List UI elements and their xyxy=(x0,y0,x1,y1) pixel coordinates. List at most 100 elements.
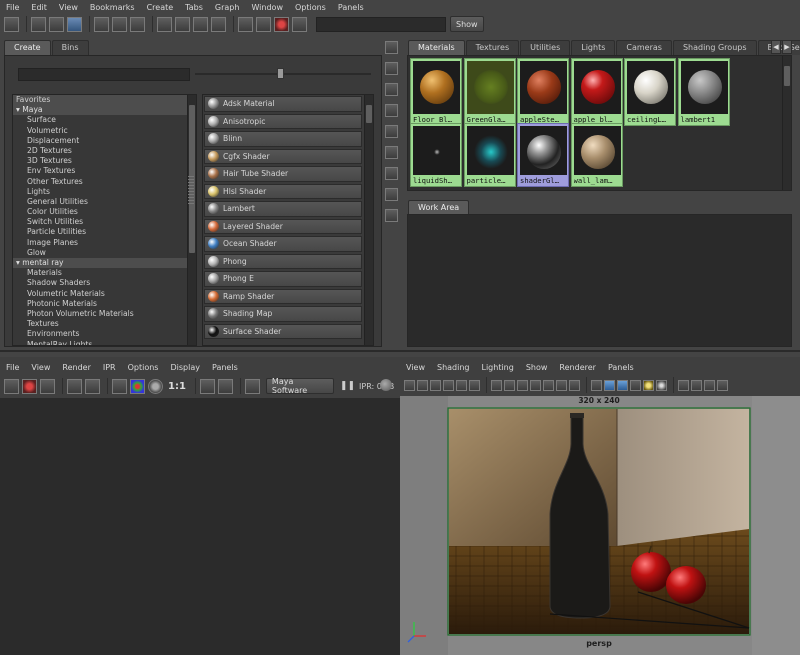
layout-top-icon[interactable] xyxy=(31,16,46,32)
shader-create-button[interactable]: Layered Shader xyxy=(204,218,362,234)
render-menu-ipr[interactable]: IPR xyxy=(97,363,122,372)
shader-create-button[interactable]: Anisotropic xyxy=(204,113,362,129)
side-tool-icon[interactable] xyxy=(385,83,398,96)
persp-menu-renderer[interactable]: Renderer xyxy=(553,363,602,372)
material-swatch[interactable]: liquidSh… xyxy=(410,123,462,187)
safe-title-icon[interactable] xyxy=(569,379,580,391)
mental-ray-category-item[interactable]: Textures xyxy=(13,319,196,329)
refresh-ipr-icon[interactable] xyxy=(85,378,100,394)
category-scrollbar[interactable] xyxy=(187,95,196,345)
render-menu-display[interactable]: Display xyxy=(164,363,206,372)
two-d-pan-icon[interactable] xyxy=(469,379,480,391)
material-swatch[interactable]: Floor_Bl… xyxy=(410,58,462,126)
mental-ray-header[interactable]: ▾ mental ray xyxy=(13,258,196,269)
side-tool-icon[interactable] xyxy=(385,146,398,159)
tab-cameras[interactable]: Cameras xyxy=(616,40,672,55)
shader-create-button[interactable]: Phong E xyxy=(204,271,362,287)
maya-category-item[interactable]: Image Planes xyxy=(13,238,196,248)
render-view-icon[interactable] xyxy=(292,16,307,32)
wireframe-icon[interactable] xyxy=(591,379,602,391)
upstream-icon[interactable] xyxy=(211,16,226,32)
maya-category-item[interactable]: Lights xyxy=(13,187,196,197)
tab-scroll-right-icon[interactable]: ▶ xyxy=(782,40,792,54)
shader-create-button[interactable]: Ramp Shader xyxy=(204,288,362,304)
tab-materials[interactable]: Materials xyxy=(408,40,465,55)
side-tool-icon[interactable] xyxy=(385,209,398,222)
remove-image-icon[interactable] xyxy=(217,378,233,394)
side-tool-icon[interactable] xyxy=(385,125,398,138)
maya-category-item[interactable]: Color Utilities xyxy=(13,207,196,217)
display-options-icon[interactable] xyxy=(112,378,127,394)
shader-create-button[interactable]: Ocean Shader xyxy=(204,236,362,252)
maya-category-item[interactable]: Other Textures xyxy=(13,177,196,187)
image-plane-icon[interactable] xyxy=(443,379,454,391)
materials-scrollbar[interactable] xyxy=(782,56,791,190)
maya-category-item[interactable]: 3D Textures xyxy=(13,156,196,166)
screen-space-ao-icon[interactable] xyxy=(717,379,728,391)
work-area-canvas[interactable] xyxy=(407,214,792,347)
layout-bottom-icon[interactable] xyxy=(49,16,64,32)
graph-materials-icon[interactable] xyxy=(130,16,145,32)
maya-category-item[interactable]: Glow xyxy=(13,248,196,258)
textured-icon[interactable] xyxy=(630,379,641,391)
keep-image-icon[interactable] xyxy=(199,378,215,394)
smooth-shade-icon[interactable] xyxy=(604,379,615,391)
mental-ray-category-item[interactable]: Materials xyxy=(13,268,196,278)
render-region-icon[interactable] xyxy=(22,378,37,394)
input-output-connections-icon[interactable] xyxy=(175,16,190,32)
render-menu-file[interactable]: File xyxy=(0,363,25,372)
persp-menu-view[interactable]: View xyxy=(400,363,431,372)
persp-menu-lighting[interactable]: Lighting xyxy=(475,363,519,372)
maya-category-item[interactable]: Switch Utilities xyxy=(13,217,196,227)
input-connections-icon[interactable] xyxy=(157,16,172,32)
persp-viewport[interactable]: 320 x 240 persp xyxy=(400,396,800,655)
maya-category-item[interactable]: Env Textures xyxy=(13,166,196,176)
shader-create-button[interactable]: Adsk Material xyxy=(204,96,362,112)
menu-panels[interactable]: Panels xyxy=(332,3,370,12)
menu-file[interactable]: File xyxy=(0,3,25,12)
render-frame-icon[interactable] xyxy=(4,378,19,394)
default-material-icon[interactable] xyxy=(617,379,628,391)
renderer-dropdown[interactable]: Maya Software xyxy=(265,377,334,395)
tab-textures[interactable]: Textures xyxy=(465,40,520,55)
material-swatch[interactable]: appleSte… xyxy=(517,58,569,126)
menu-tabs[interactable]: Tabs xyxy=(179,3,209,12)
menu-window[interactable]: Window xyxy=(245,3,289,12)
snapshot-icon[interactable] xyxy=(40,378,55,394)
search-input[interactable] xyxy=(316,16,446,32)
isolate-select-icon[interactable] xyxy=(691,379,702,391)
gate-mask-icon[interactable] xyxy=(530,379,541,391)
side-tool-icon[interactable] xyxy=(385,62,398,75)
clear-graph-icon[interactable] xyxy=(94,16,109,32)
material-swatch[interactable]: lambert1 xyxy=(677,58,730,126)
resolution-gate-icon[interactable] xyxy=(517,379,528,391)
ipr-render-icon[interactable] xyxy=(67,378,82,394)
persp-menu-shading[interactable]: Shading xyxy=(431,363,476,372)
mental-ray-category-item[interactable]: Shadow Shaders xyxy=(13,278,196,288)
pause-ipr-icon[interactable]: ❚❚ xyxy=(340,381,355,391)
material-swatch[interactable]: particle… xyxy=(463,123,516,187)
maya-category-item[interactable]: Surface xyxy=(13,115,196,125)
hud-icon[interactable] xyxy=(704,379,715,391)
shader-create-button[interactable]: Blinn xyxy=(204,131,362,147)
safe-action-icon[interactable] xyxy=(556,379,567,391)
mental-ray-category-item[interactable]: MentalRay Lights xyxy=(13,340,196,346)
render-menu-view[interactable]: View xyxy=(25,363,56,372)
output-connections-icon[interactable] xyxy=(193,16,208,32)
create-filter-input[interactable] xyxy=(18,68,190,81)
grease-pencil-icon[interactable] xyxy=(456,379,467,391)
bookmarks-icon[interactable] xyxy=(430,379,441,391)
persp-menu-show[interactable]: Show xyxy=(520,363,554,372)
material-swatch[interactable]: apple_bl… xyxy=(570,58,623,126)
shader-create-button[interactable]: Lambert xyxy=(204,201,362,217)
menu-graph[interactable]: Graph xyxy=(209,3,246,12)
tab-create[interactable]: Create xyxy=(4,40,51,55)
shadows-icon[interactable] xyxy=(656,379,667,391)
favorites-header[interactable]: Favorites xyxy=(13,95,196,106)
xray-icon[interactable] xyxy=(678,379,689,391)
shader-scroll-thumb[interactable] xyxy=(366,105,372,123)
tab-bins[interactable]: Bins xyxy=(51,40,89,55)
rgb-channels-icon[interactable] xyxy=(130,378,145,394)
mental-ray-category-item[interactable]: Environments xyxy=(13,329,196,339)
mental-ray-category-item[interactable]: Volumetric Materials xyxy=(13,289,196,299)
